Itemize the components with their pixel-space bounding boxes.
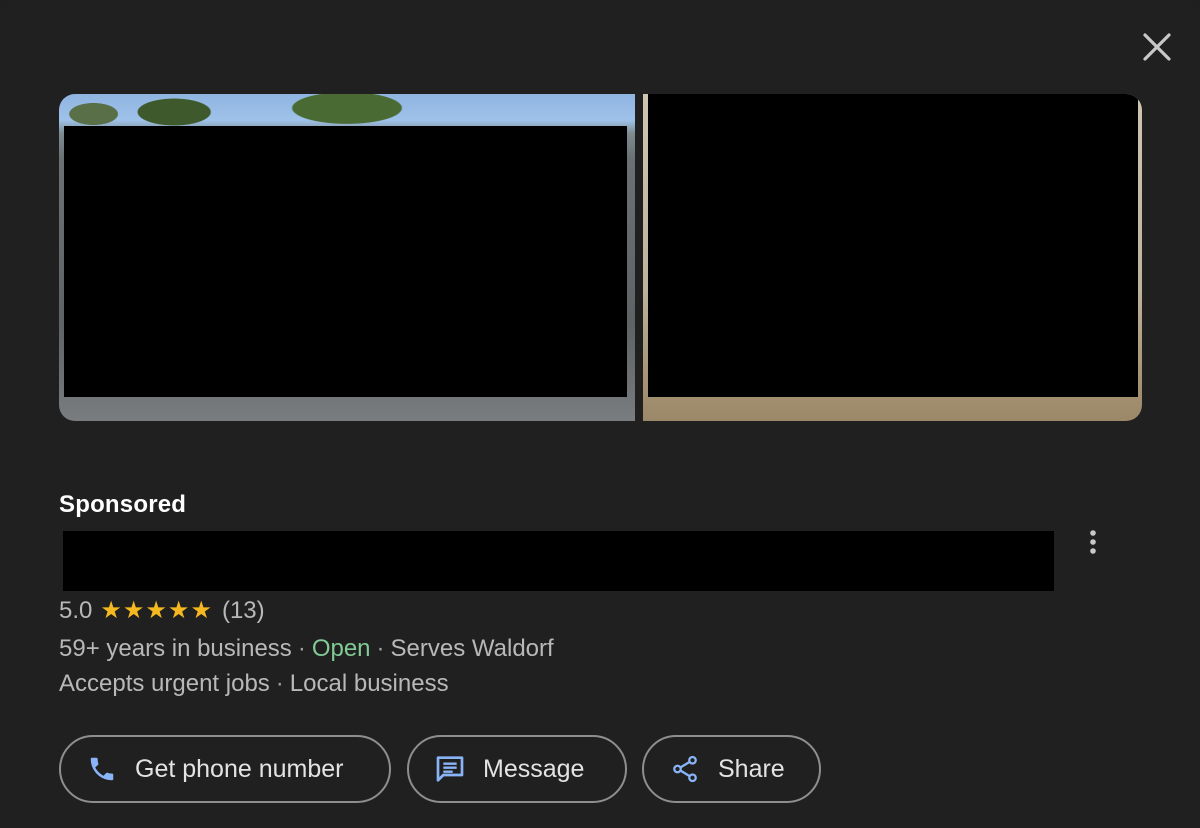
get-phone-number-label: Get phone number (135, 754, 344, 783)
get-phone-number-button[interactable]: Get phone number (59, 735, 391, 803)
star-rating: ★ ★ ★ ★ ★ (100, 599, 212, 623)
separator: · (376, 635, 385, 662)
star-icon: ★ (190, 597, 212, 624)
photo-2[interactable] (643, 94, 1142, 421)
message-icon (433, 752, 467, 786)
star-icon: ★ (167, 597, 190, 624)
urgent-jobs-tag: Accepts urgent jobs (59, 670, 270, 697)
redacted-area (648, 94, 1138, 397)
sponsored-label: Sponsored (59, 491, 187, 518)
share-icon (668, 752, 702, 786)
star-icon: ★ (100, 597, 122, 624)
photo-1[interactable] (59, 94, 635, 421)
more-options-button[interactable] (1076, 524, 1110, 560)
close-button[interactable] (1135, 25, 1179, 69)
more-vert-icon (1090, 530, 1096, 554)
review-count: (13) (221, 597, 265, 624)
years-in-business: 59+ years in business (59, 635, 292, 662)
local-business-tag: Local business (289, 670, 449, 697)
separator: · (297, 635, 306, 662)
close-icon (1143, 33, 1171, 61)
share-button[interactable]: Share (642, 735, 821, 803)
photo-gallery (59, 94, 1142, 421)
star-icon: ★ (145, 597, 167, 624)
message-button[interactable]: Message (407, 735, 627, 803)
service-area: Serves Waldorf (390, 635, 554, 662)
business-tags-row: Accepts urgent jobs · Local business (59, 670, 449, 698)
rating-value: 5.0 (59, 597, 93, 624)
rating-row[interactable]: 5.0 ★ ★ ★ ★ ★ (13) (59, 597, 265, 625)
separator: · (275, 670, 284, 697)
star-icon: ★ (122, 597, 145, 624)
open-status: Open (311, 635, 371, 662)
redacted-area (64, 126, 627, 397)
business-listing-panel: Sponsored 5.0 ★ ★ ★ ★ ★ (13) 59+ years i… (0, 0, 1200, 828)
share-label: Share (718, 754, 785, 783)
message-label: Message (483, 754, 585, 783)
business-name-redacted[interactable] (63, 531, 1054, 591)
business-info-row: 59+ years in business · Open · Serves Waldor… (59, 635, 554, 663)
phone-icon (85, 752, 119, 786)
